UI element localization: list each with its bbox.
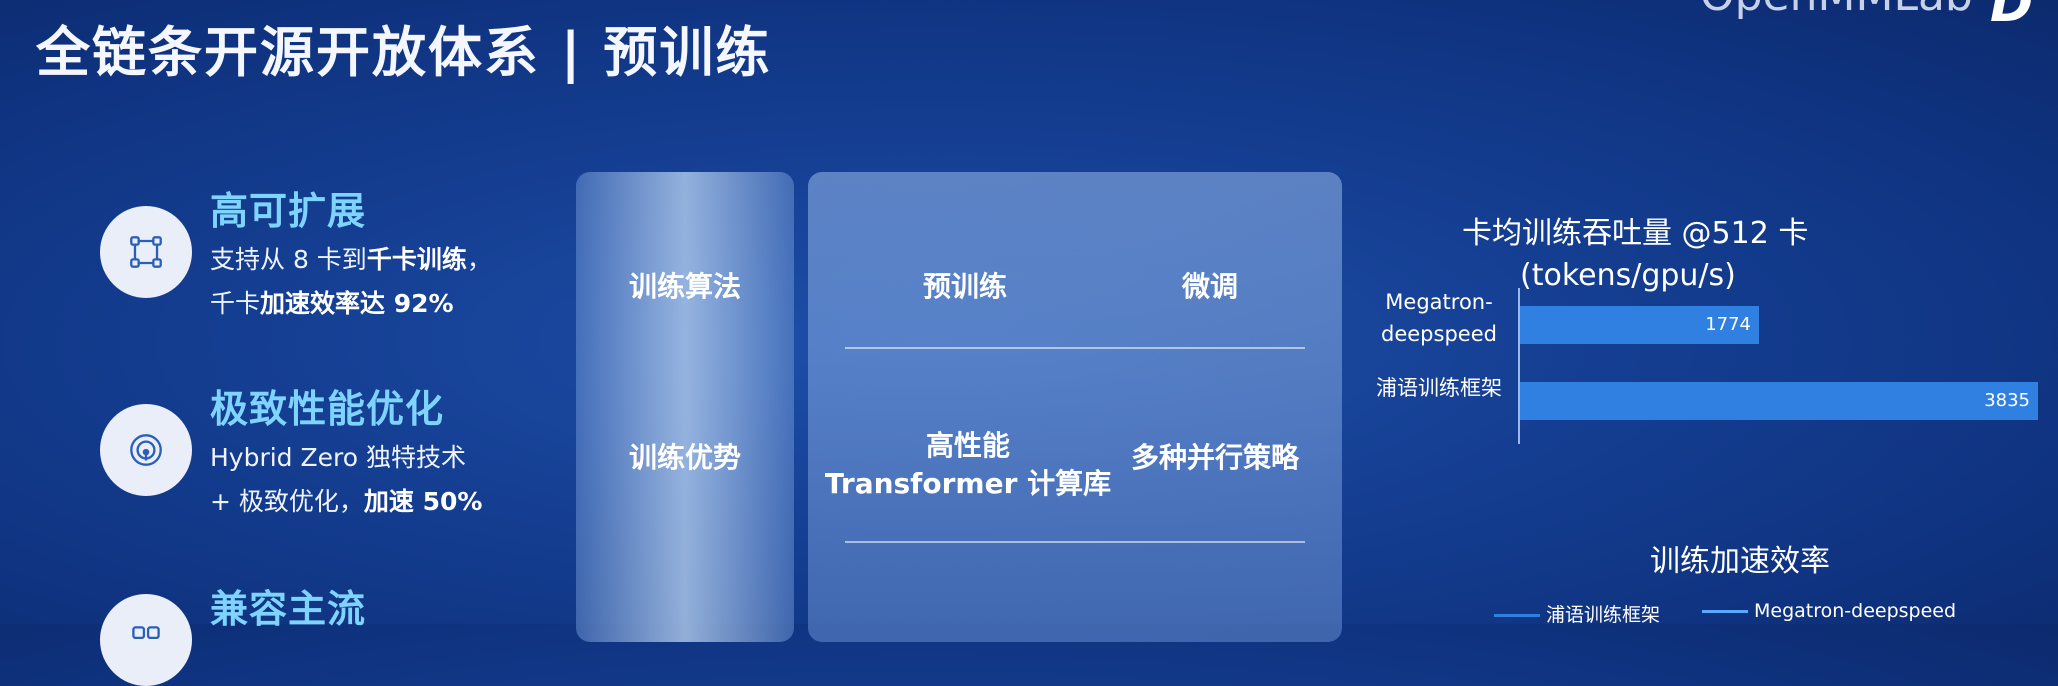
desc-highlight: 加速 50% [363,487,483,516]
desc-text: + 极致优化， [210,487,364,516]
chart-title: 训练加速效率 [1650,544,1830,579]
chart-data-label: 1774 [1705,314,1751,335]
feature-desc-line: + 极致优化，加速 50% [210,482,482,518]
table-divider [845,347,1305,349]
chart-title: 卡均训练吞吐量 @512 卡 [1462,216,1809,251]
page-title: 全链条开源开放体系 | 预训练 [36,21,772,84]
desc-text: Hybrid Zero 独特技术 [210,443,466,472]
cell-finetune: 微调 [1181,270,1238,303]
cell-parallel: 多种并行策略 [1130,441,1299,474]
desc-text: ， [466,245,492,274]
desc-text: 支持从 8 卡到 [210,245,367,274]
desc-highlight: 加速效率达 92% [260,289,454,318]
chart-category-label: Megatron-deepspeed [1381,290,1497,346]
feature-desc-line: 千卡加速效率达 92% [210,284,454,320]
feature-title: 兼容主流 [210,587,367,631]
slide: 全链条开源开放体系 | 预训练 OpenMMLab D 高可扩展 支持从 8 卡… [0,0,2058,686]
feature-desc-line: 支持从 8 卡到千卡训练， [210,240,492,276]
table-row-header-panel [576,172,794,642]
legend-swatch [1494,614,1540,617]
table-divider [845,541,1305,543]
compatibility-icon [100,594,192,686]
speedometer-icon [100,404,192,496]
row-label-algorithm: 训练算法 [628,270,741,303]
brand-logo-icon: D [1990,0,2034,34]
feature-desc-line: Hybrid Zero 独特技术 [210,438,466,474]
desc-text: 千卡 [210,289,261,318]
brand-text: OpenMMLab [1700,0,1973,21]
feature-title: 极致性能优化 [210,387,445,431]
legend-label: Megatron-deepspeed [1754,600,1957,622]
table-content-panel [808,172,1342,642]
legend-label: 浦语训练框架 [1546,604,1661,626]
feature-title: 高可扩展 [210,189,367,233]
cell-hpc-line2: Transformer 计算库 [824,467,1112,500]
network-nodes-icon [100,206,192,298]
chart-data-label: 3835 [1984,390,2030,411]
desc-highlight: 千卡训练 [366,245,467,274]
chart-category-label: 浦语训练框架 [1376,376,1502,400]
cell-pretrain: 预训练 [922,270,1007,303]
row-label-advantage: 训练优势 [628,441,741,474]
legend-swatch [1702,610,1748,613]
chart-legend-item: Megatron-deepspeed [1702,600,1956,622]
chart-legend-item: 浦语训练框架 [1494,600,1660,627]
cell-hpc-line1: 高性能 [925,429,1010,462]
chart-subtitle: (tokens/gpu/s) [1520,258,1736,293]
